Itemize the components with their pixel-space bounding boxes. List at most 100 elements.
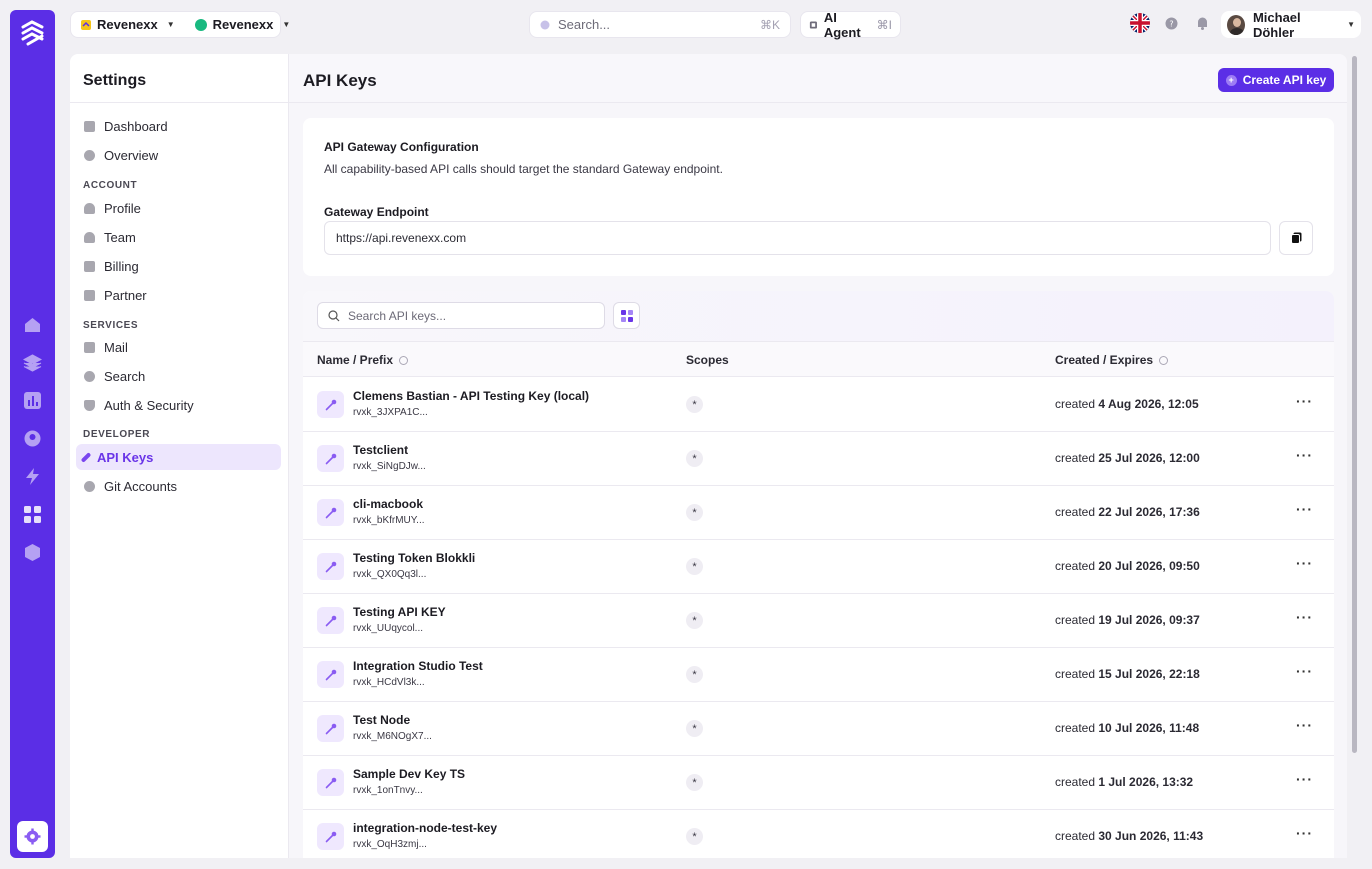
row-actions-button[interactable]: ··· — [1296, 771, 1313, 787]
gateway-endpoint-field[interactable]: https://api.revenexx.com — [324, 221, 1271, 255]
sidebar-item-partner[interactable]: Partner — [76, 282, 281, 308]
api-key-name: Testclient — [353, 443, 409, 457]
app-logo[interactable] — [18, 18, 47, 47]
mail-icon — [84, 341, 95, 353]
created-prefix: created — [1055, 775, 1096, 789]
table-row[interactable]: Sample Dev Key TS rvxk_1onTnvy... * crea… — [303, 756, 1334, 810]
scope-badge: * — [686, 612, 703, 629]
api-key-name: Test Node — [353, 713, 411, 727]
bell-icon[interactable] — [1193, 14, 1212, 33]
gear-icon — [24, 828, 41, 845]
sidebar-item-auth-security[interactable]: Auth & Security — [76, 392, 281, 418]
global-search[interactable]: Search... ⌘K — [529, 11, 791, 38]
copy-icon — [1290, 232, 1301, 244]
row-actions-button[interactable]: ··· — [1296, 447, 1313, 463]
key-icon — [317, 607, 344, 634]
sidebar-item-mail[interactable]: Mail — [76, 334, 281, 360]
created-value: 30 Jun 2026, 11:43 — [1098, 829, 1204, 843]
created-value: 4 Aug 2026, 12:05 — [1098, 397, 1199, 411]
api-keys-search-input[interactable]: Search API keys... — [317, 302, 605, 329]
gateway-description: All capability-based API calls should ta… — [324, 162, 723, 176]
row-actions-button[interactable]: ··· — [1296, 393, 1313, 409]
shield-icon — [84, 399, 95, 411]
table-row[interactable]: cli-macbook rvxk_bKfrMUY... * created 22… — [303, 486, 1334, 540]
column-header-label: Scopes — [686, 353, 729, 367]
top-icons: ? — [1130, 13, 1212, 33]
sort-icon — [399, 355, 409, 365]
created-date: created 22 Jul 2026, 17:36 — [1055, 505, 1200, 519]
column-header-name[interactable]: Name / Prefix — [317, 353, 409, 367]
settings-button[interactable] — [17, 821, 48, 852]
sidebar-item-label: Billing — [104, 258, 139, 274]
page-title: API Keys — [303, 71, 377, 90]
api-key-name: Clemens Bastian - API Testing Key (local… — [353, 389, 590, 403]
view-toggle-button[interactable] — [613, 302, 640, 329]
table-row[interactable]: Testing Token Blokkli rvxk_QX0Qq3l... * … — [303, 540, 1334, 594]
project-name: Revenexx — [212, 17, 274, 32]
api-key-prefix: rvxk_HCdVl3k... — [353, 677, 425, 688]
create-api-key-button[interactable]: + Create API key — [1218, 68, 1334, 92]
sidebar-item-git-accounts[interactable]: Git Accounts — [76, 473, 281, 499]
table-row[interactable]: Testing API KEY rvxk_UUqycol... * create… — [303, 594, 1334, 648]
settings-sidebar: Settings Dashboard Overview ACCOUNT Prof… — [70, 54, 289, 858]
row-actions-button[interactable]: ··· — [1296, 555, 1313, 571]
org-selector[interactable]: Revenexx ▼ — [71, 12, 185, 37]
chevron-down-icon: ▼ — [282, 20, 291, 29]
project-selector[interactable]: Revenexx ▼ — [185, 12, 301, 37]
key-icon — [317, 661, 344, 688]
sidebar-item-overview[interactable]: Overview — [76, 142, 281, 168]
plus-icon: + — [1225, 74, 1237, 86]
table-row[interactable]: Test Node rvxk_M6NOgX7... * created 10 J… — [303, 702, 1334, 756]
gateway-endpoint-label: Gateway Endpoint — [324, 205, 429, 219]
row-actions-button[interactable]: ··· — [1296, 717, 1313, 733]
sidebar-item-billing[interactable]: Billing — [76, 253, 281, 279]
key-icon — [317, 823, 344, 850]
created-value: 10 Jul 2026, 11:48 — [1098, 721, 1200, 735]
column-header-created[interactable]: Created / Expires — [1055, 353, 1169, 367]
gateway-endpoint-value: https://api.revenexx.com — [336, 231, 467, 245]
table-row[interactable]: Testclient rvxk_SiNgDJw... * created 25 … — [303, 432, 1334, 486]
created-date: created 25 Jul 2026, 12:00 — [1055, 451, 1200, 465]
uk-flag-icon[interactable] — [1130, 13, 1150, 33]
created-date: created 19 Jul 2026, 09:37 — [1055, 613, 1200, 627]
sidebar-item-label: Search — [104, 368, 146, 384]
sidebar-item-profile[interactable]: Profile — [76, 195, 281, 221]
table-header: Name / Prefix Scopes Created / Expires — [303, 341, 1334, 377]
key-icon — [317, 769, 344, 796]
table-row[interactable]: Clemens Bastian - API Testing Key (local… — [303, 378, 1334, 432]
created-prefix: created — [1055, 613, 1096, 627]
created-value: 19 Jul 2026, 09:37 — [1098, 613, 1200, 627]
scrollbar[interactable] — [1350, 54, 1359, 858]
table-row[interactable]: integration-node-test-key rvxk_OqH3zmj..… — [303, 810, 1334, 858]
sidebar-item-api-keys[interactable]: API Keys — [76, 444, 281, 470]
row-actions-button[interactable]: ··· — [1296, 609, 1313, 625]
cube-icon[interactable] — [23, 543, 42, 562]
row-actions-button[interactable]: ··· — [1296, 825, 1313, 841]
sidebar-item-team[interactable]: Team — [76, 224, 281, 250]
analytics-icon[interactable] — [23, 391, 42, 410]
copy-endpoint-button[interactable] — [1279, 221, 1313, 255]
location-icon[interactable] — [23, 429, 42, 448]
row-actions-button[interactable]: ··· — [1296, 663, 1313, 679]
partner-icon — [84, 289, 95, 301]
table-toolbar: Search API keys... — [303, 291, 1334, 341]
scrollbar-thumb[interactable] — [1352, 56, 1357, 753]
sidebar-item-dashboard[interactable]: Dashboard — [76, 113, 281, 139]
sidebar-item-label: Mail — [104, 339, 128, 355]
user-menu[interactable]: Michael Döhler ▼ — [1221, 10, 1361, 40]
bolt-icon[interactable] — [23, 467, 42, 486]
apps-icon[interactable] — [23, 505, 42, 524]
home-icon[interactable] — [23, 315, 42, 334]
api-key-prefix: rvxk_QX0Qq3l... — [353, 569, 427, 580]
scope-badge: * — [686, 396, 703, 413]
sidebar-item-search[interactable]: Search — [76, 363, 281, 389]
sidebar-item-label: Git Accounts — [104, 478, 177, 494]
layers-icon[interactable] — [23, 353, 42, 372]
ai-agent-button[interactable]: AI Agent ⌘I — [800, 10, 901, 40]
main-content: API Keys + Create API key API Gateway Co… — [289, 54, 1347, 858]
created-prefix: created — [1055, 451, 1096, 465]
api-key-name: Testing API KEY — [353, 605, 446, 619]
help-icon[interactable]: ? — [1162, 14, 1181, 33]
table-row[interactable]: Integration Studio Test rvxk_HCdVl3k... … — [303, 648, 1334, 702]
row-actions-button[interactable]: ··· — [1296, 501, 1313, 517]
